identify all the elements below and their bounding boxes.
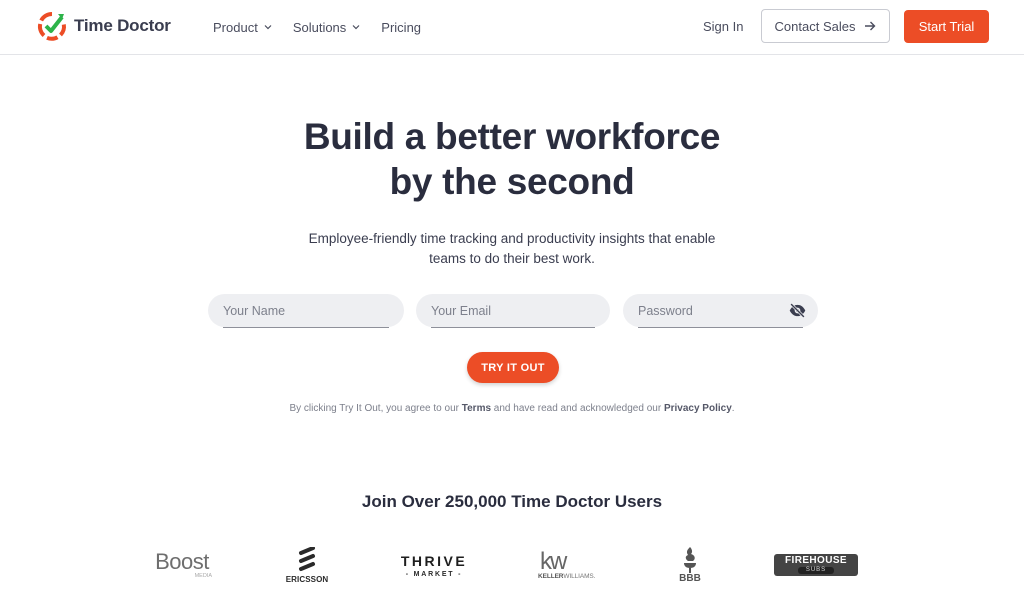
main-nav: Product Solutions Pricing (213, 0, 442, 54)
kw-logo-sub: KELLERWILLIAMS. (538, 573, 595, 580)
email-input[interactable] (431, 294, 595, 327)
arrow-right-icon (865, 21, 876, 31)
firehouse-logo-sub: SUBS (797, 567, 835, 574)
email-field[interactable] (416, 294, 610, 328)
firehouse-badge: FIREHOUSE SUBS (774, 554, 858, 576)
chevron-down-icon (264, 25, 272, 30)
name-field-underline (223, 327, 389, 328)
nav-pricing[interactable]: Pricing (381, 20, 421, 35)
password-field[interactable] (623, 294, 818, 328)
contact-sales-label: Contact Sales (774, 18, 856, 34)
boost-logo-main: Boost (155, 549, 209, 574)
bbb-logo-text: BBB (679, 573, 701, 584)
nav-product[interactable]: Product (213, 20, 272, 35)
ericsson-mark-icon (299, 546, 315, 571)
hero-title-line-1: Build a better workforce (303, 116, 721, 157)
brand-logo[interactable]: Time Doctor (36, 10, 171, 42)
bbb-logo: BBB (672, 540, 708, 590)
hero-subtitle-line-2: teams to do their best work. (429, 251, 595, 266)
thrive-logo-sub: - MARKET - (405, 570, 463, 578)
chevron-down-icon (352, 25, 360, 30)
hero-title-line-2: by the second (389, 161, 635, 202)
bbb-torch-icon (684, 547, 696, 573)
thrive-logo-main: THRIVE (400, 552, 468, 569)
nav-solutions-label: Solutions (292, 19, 347, 35)
legal-text-suffix: . (731, 403, 735, 414)
password-field-underline (638, 327, 803, 328)
ericsson-logo: ERICSSON (282, 540, 332, 590)
time-doctor-logo-icon (37, 11, 66, 41)
name-field[interactable] (208, 294, 404, 328)
name-input[interactable] (223, 294, 389, 327)
hero-subtitle-line-1: Employee-friendly time tracking and prod… (308, 231, 716, 246)
site-header: Time Doctor Product Solutions Pricing Si… (0, 0, 1024, 55)
boost-logo-sub: MEDIA (194, 573, 212, 579)
eye-off-icon[interactable] (789, 303, 806, 318)
nav-product-label: Product (213, 19, 258, 35)
kw-logo-sub-light: WILLIAMS. (563, 572, 596, 580)
keller-williams-logo: kw KELLERWILLIAMS. (538, 540, 606, 590)
password-input[interactable] (638, 294, 778, 327)
legal-text-prefix: By clicking Try It Out, you agree to our (289, 403, 462, 414)
legal-text-middle: and have read and acknowledged our (491, 403, 664, 414)
firehouse-subs-logo: FIREHOUSE SUBS (773, 540, 859, 590)
email-field-underline (431, 327, 595, 328)
sign-in-link[interactable]: Sign In (703, 19, 743, 34)
try-it-out-button[interactable]: TRY IT OUT (467, 352, 559, 383)
nav-pricing-label: Pricing (381, 19, 422, 35)
nav-solutions[interactable]: Solutions (293, 20, 360, 35)
boost-media-logo: Boost MEDIA (148, 540, 216, 590)
ericsson-logo-text: ERICSSON (285, 574, 329, 584)
brand-name: Time Doctor (74, 16, 171, 35)
thrive-market-logo: THRIVE - MARKET - (398, 540, 470, 590)
start-trial-button[interactable]: Start Trial (904, 10, 989, 43)
legal-notice: By clicking Try It Out, you agree to our… (0, 403, 1024, 414)
privacy-policy-link[interactable]: Privacy Policy (664, 403, 732, 414)
kw-logo-main: kw (540, 547, 567, 575)
firehouse-logo-main: FIREHOUSE (785, 555, 847, 566)
users-heading: Join Over 250,000 Time Doctor Users (361, 492, 663, 511)
terms-link[interactable]: Terms (462, 403, 491, 414)
hero-subtitle: Employee-friendly time tracking and prod… (0, 229, 1024, 269)
contact-sales-button[interactable]: Contact Sales (761, 9, 890, 43)
kw-logo-sub-bold: KELLER (538, 572, 564, 580)
hero-title: Build a better workforce by the second (0, 114, 1024, 204)
